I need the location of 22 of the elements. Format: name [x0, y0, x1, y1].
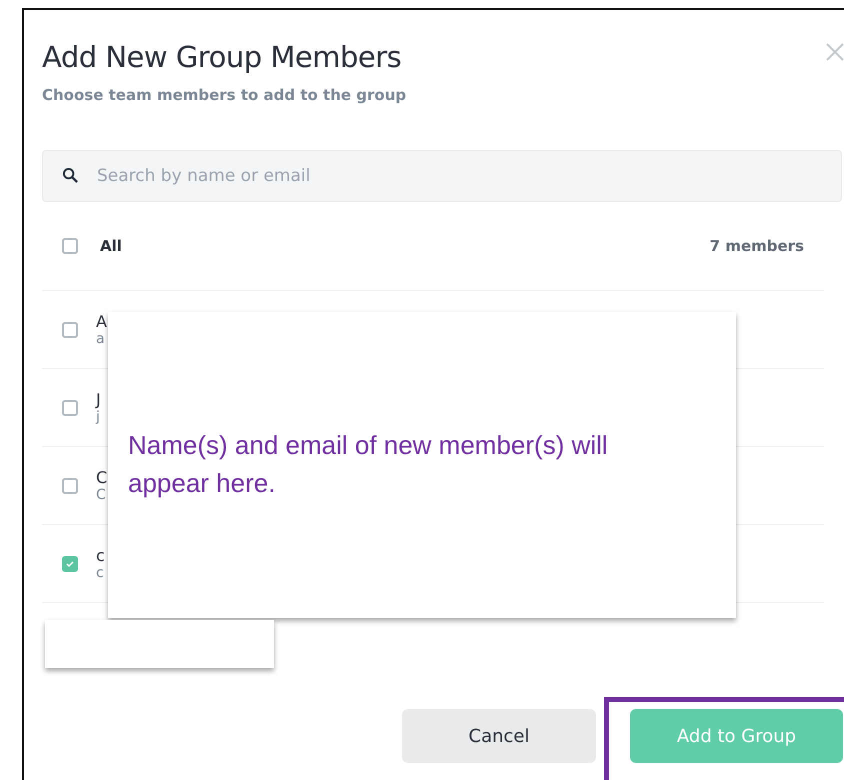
member-email: C [96, 487, 107, 503]
search-field[interactable]: Search by name or email [42, 150, 842, 202]
close-icon[interactable] [825, 42, 844, 62]
select-all-label: All [100, 237, 122, 255]
checkbox[interactable] [62, 322, 78, 338]
dialog-title: Add New Group Members [42, 40, 402, 74]
member-email: j [96, 409, 101, 425]
member-email: c [96, 565, 105, 581]
member-email: a [96, 331, 106, 347]
member-name: J [96, 390, 101, 409]
checkbox[interactable] [62, 556, 78, 572]
member-name: C [96, 468, 108, 487]
checkbox[interactable] [62, 478, 78, 494]
member-name: c [96, 546, 105, 565]
member-name: A [96, 312, 107, 331]
search-icon [62, 167, 79, 184]
cancel-button[interactable]: Cancel [402, 709, 596, 763]
member-count: 7 members [710, 237, 804, 255]
checkbox[interactable] [62, 238, 78, 254]
callout-text: Name(s) and email of new member(s) will appear here. [128, 429, 609, 500]
dialog-subtitle: Choose team members to add to the group [42, 86, 408, 104]
checkbox[interactable] [62, 400, 78, 416]
